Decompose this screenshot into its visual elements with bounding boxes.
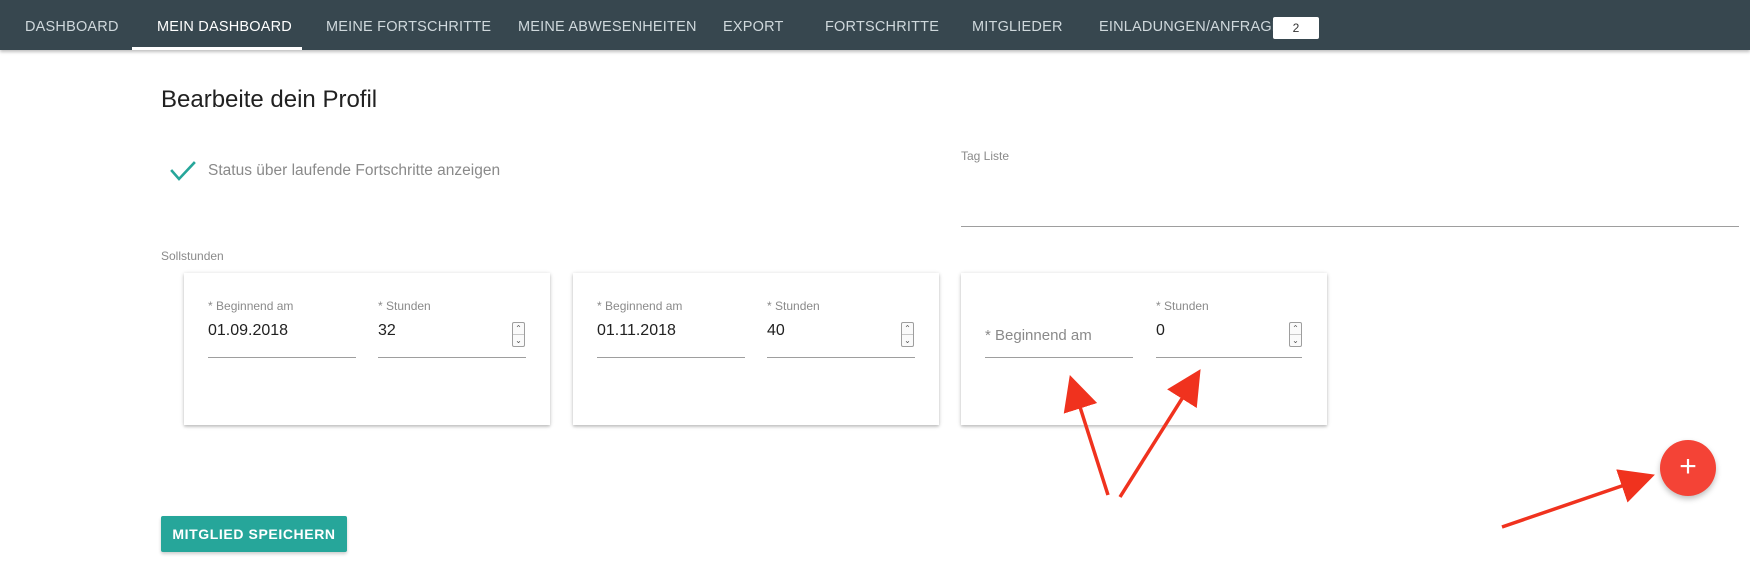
begin-date-input[interactable]: * Beginnend am [985,327,1092,344]
top-navigation: DASHBOARD MEIN DASHBOARD MEINE FORTSCHRI… [0,0,1750,50]
checkmark-icon[interactable] [170,160,196,182]
stepper-up-icon[interactable]: ⌃ [513,323,524,334]
stepper-up-icon[interactable]: ⌃ [1290,323,1301,334]
begin-date-input[interactable]: 01.09.2018 [208,322,288,340]
hours-label: * Stunden [767,299,820,313]
page-title: Bearbeite dein Profil [161,86,378,113]
active-tab-indicator [132,47,302,50]
invitations-count-badge: 2 [1273,17,1319,39]
begin-date-underline [597,357,745,358]
nav-item-meine-fortschritte[interactable]: MEINE FORTSCHRITTE [326,0,491,50]
hours-input[interactable]: 40 [767,322,785,340]
status-checkbox-label[interactable]: Status über laufende Fortschritte anzeig… [208,162,500,180]
hours-underline [1156,357,1302,358]
tag-list-label: Tag Liste [961,149,1010,163]
nav-item-mitglieder[interactable]: MITGLIEDER [972,0,1063,50]
begin-date-underline [208,357,356,358]
sollstunden-label: Sollstunden [161,249,224,263]
sollstunden-card-new: * Beginnend am * Stunden 0 ⌃ ⌄ [961,273,1327,425]
begin-date-label: * Beginnend am [597,299,683,313]
nav-item-dashboard[interactable]: DASHBOARD [25,0,119,50]
stepper-down-icon[interactable]: ⌄ [1290,334,1301,345]
hours-stepper[interactable]: ⌃ ⌄ [512,322,525,347]
nav-item-meine-abwesenheiten[interactable]: MEINE ABWESENHEITEN [518,0,697,50]
tag-list-input[interactable] [961,226,1739,227]
stepper-down-icon[interactable]: ⌄ [513,334,524,345]
hours-stepper[interactable]: ⌃ ⌄ [901,322,914,347]
stepper-up-icon[interactable]: ⌃ [902,323,913,334]
hours-input[interactable]: 32 [378,322,396,340]
nav-item-export[interactable]: EXPORT [723,0,784,50]
stepper-down-icon[interactable]: ⌄ [902,334,913,345]
plus-icon: + [1679,450,1697,483]
begin-date-label: * Beginnend am [208,299,294,313]
begin-date-underline [985,357,1133,358]
nav-item-einladungen-anfragen[interactable]: EINLADUNGEN/ANFRAGEN [1099,0,1292,50]
arrow-to-fab [1501,469,1655,529]
hours-underline [767,357,915,358]
save-member-button[interactable]: MITGLIED SPEICHERN [161,516,347,552]
hours-input[interactable]: 0 [1156,322,1165,340]
hours-stepper[interactable]: ⌃ ⌄ [1289,322,1302,347]
sollstunden-card: * Beginnend am 01.11.2018 * Stunden 40 ⌃… [573,273,939,425]
hours-label: * Stunden [378,299,431,313]
hours-label: * Stunden [1156,299,1209,313]
nav-item-mein-dashboard[interactable]: MEIN DASHBOARD [157,0,292,50]
begin-date-input[interactable]: 01.11.2018 [597,322,676,340]
add-sollstunden-button[interactable]: + [1660,440,1716,496]
sollstunden-card: * Beginnend am 01.09.2018 * Stunden 32 ⌃… [184,273,550,425]
hours-underline [378,357,526,358]
nav-item-fortschritte[interactable]: FORTSCHRITTE [825,0,939,50]
